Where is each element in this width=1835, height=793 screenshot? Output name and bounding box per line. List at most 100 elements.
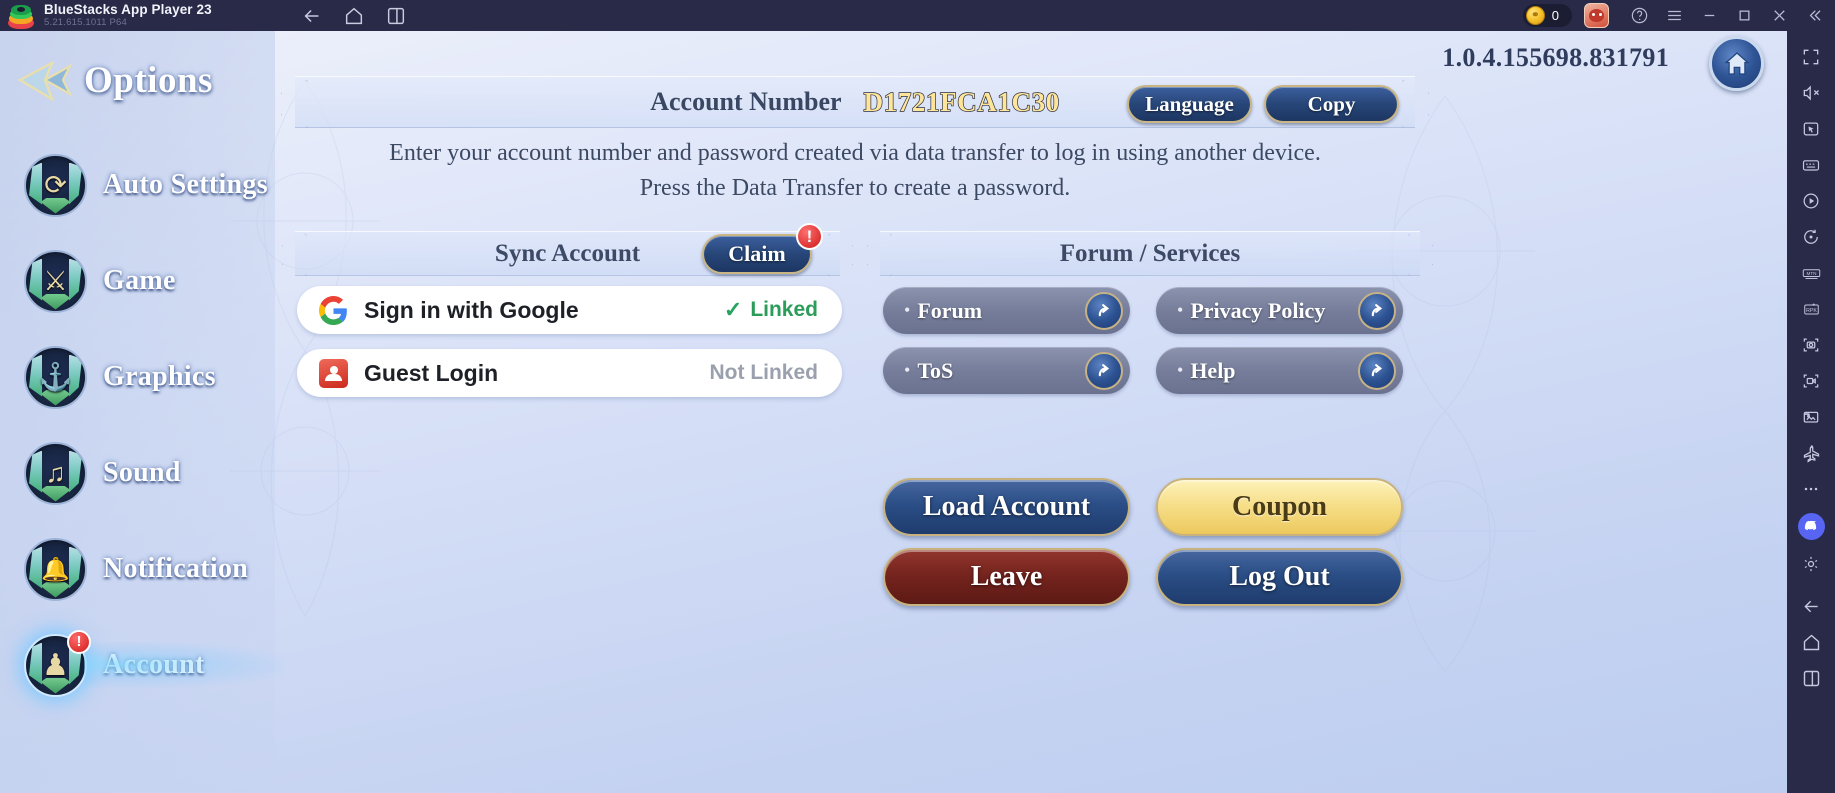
- record-video-icon[interactable]: [1791, 363, 1831, 399]
- multi-instance-icon[interactable]: [1791, 660, 1831, 696]
- forum-services-grid: • Forum • Privacy Policy • ToS • Help: [883, 287, 1423, 407]
- sidebar-item-label: Game: [103, 265, 176, 296]
- notification-bell-icon: 🔔: [24, 537, 87, 601]
- service-chip-help[interactable]: • Help: [1156, 347, 1403, 394]
- claim-alert-badge: !: [796, 223, 823, 250]
- check-icon: ✓: [723, 297, 743, 322]
- nav-glyph: ♟: [42, 648, 69, 682]
- sync-account-header: Sync Account Claim !: [295, 223, 840, 276]
- external-link-icon: [1085, 351, 1123, 390]
- service-label: Forum: [917, 297, 983, 323]
- app-title-block: BlueStacks App Player 23 5.21.615.1011 P…: [44, 2, 212, 29]
- back-arrow-icon[interactable]: [1791, 588, 1831, 624]
- media-gallery-icon[interactable]: [1791, 399, 1831, 435]
- game-viewport: Options ⟳ Auto Settings ⚔ Game ⚓ Graphic…: [0, 31, 1787, 793]
- coin-icon: ⚭: [1525, 6, 1545, 25]
- external-link-icon: [1358, 351, 1396, 390]
- home-icon[interactable]: [342, 4, 366, 28]
- service-label: ToS: [917, 357, 954, 383]
- bluestacks-logo-icon: [8, 3, 34, 29]
- airplane-icon[interactable]: [1791, 435, 1831, 471]
- sidebar-item-graphics[interactable]: ⚓ Graphics: [0, 329, 275, 425]
- options-header: Options: [18, 59, 213, 102]
- list-item-guest-login[interactable]: Guest Login Not Linked: [297, 349, 842, 397]
- link-status: Linked: [750, 298, 818, 321]
- sync-account-title: Sync Account: [494, 239, 641, 267]
- home-icon: [1724, 51, 1749, 75]
- back-arrow-icon[interactable]: [300, 4, 324, 28]
- bullet-icon: •: [904, 300, 911, 320]
- account-actions: Load Account Coupon Leave Log Out: [883, 478, 1423, 618]
- load-account-button[interactable]: Load Account: [883, 478, 1130, 536]
- google-icon: [319, 295, 347, 325]
- account-panel: 1.0.4.155698.831791 Account Number D1721…: [275, 31, 1787, 793]
- svg-text:RPK: RPK: [1806, 307, 1817, 313]
- game-version: 1.0.4.155698.831791: [1442, 43, 1669, 72]
- service-chip-tos[interactable]: • ToS: [883, 347, 1130, 394]
- language-button[interactable]: Language: [1127, 85, 1252, 123]
- service-chip-forum[interactable]: • Forum: [883, 287, 1130, 334]
- sound-note-icon: ♫: [24, 441, 87, 505]
- fullscreen-icon[interactable]: [1791, 39, 1831, 75]
- sync-rotate-icon[interactable]: [1791, 219, 1831, 255]
- rpg-controls-icon[interactable]: RPK: [1791, 291, 1831, 327]
- close-icon[interactable]: [1763, 0, 1796, 31]
- login-method-name: Guest Login: [364, 359, 499, 386]
- settings-gear-icon[interactable]: [1791, 546, 1831, 582]
- mmo-controls-icon[interactable]: MTN: [1791, 255, 1831, 291]
- account-number-label: Account Number: [650, 87, 842, 116]
- more-options-icon[interactable]: [1791, 471, 1831, 507]
- list-item-google-login[interactable]: Sign in with Google ✓ Linked: [297, 286, 842, 334]
- guest-person-icon: [319, 358, 348, 388]
- avatar[interactable]: [1584, 3, 1609, 28]
- app-version: 5.21.615.1011 P64: [44, 17, 127, 29]
- sidebar-item-game[interactable]: ⚔ Game: [0, 233, 275, 329]
- options-sidebar: Options ⟳ Auto Settings ⚔ Game ⚓ Graphic…: [0, 31, 275, 793]
- auto-settings-icon: ⟳: [24, 153, 87, 217]
- pointer-icon[interactable]: [1791, 111, 1831, 147]
- service-chip-privacy-policy[interactable]: • Privacy Policy: [1156, 287, 1403, 334]
- leave-button[interactable]: Leave: [883, 548, 1130, 606]
- multi-instance-icon[interactable]: [384, 4, 408, 28]
- help-icon[interactable]: [1623, 0, 1656, 31]
- nav-glyph: ⚓: [38, 362, 73, 392]
- forum-services-title: Forum / Services: [1059, 239, 1241, 267]
- menu-icon[interactable]: [1658, 0, 1691, 31]
- external-link-icon: [1358, 291, 1396, 330]
- game-swords-icon: ⚔: [24, 249, 87, 313]
- sidebar-item-label: Graphics: [103, 361, 216, 392]
- macro-play-icon[interactable]: [1791, 183, 1831, 219]
- discord-icon[interactable]: [1797, 513, 1825, 540]
- coupon-button[interactable]: Coupon: [1156, 478, 1403, 536]
- sidebar-item-notification[interactable]: 🔔 Notification: [0, 521, 275, 617]
- home-icon[interactable]: [1791, 624, 1831, 660]
- sidebar-item-sound[interactable]: ♫ Sound: [0, 425, 275, 521]
- coin-count: 0: [1551, 8, 1559, 23]
- mute-icon[interactable]: [1791, 75, 1831, 111]
- instruction-text: Enter your account number and password c…: [295, 136, 1415, 205]
- home-button[interactable]: [1709, 36, 1764, 91]
- sidebar-item-account[interactable]: ♟ ! Account: [0, 617, 275, 713]
- minimize-icon[interactable]: [1693, 0, 1726, 31]
- screenshot-icon[interactable]: [1791, 327, 1831, 363]
- sidebar-item-label: Sound: [103, 457, 181, 488]
- collapse-icon[interactable]: [1798, 0, 1831, 31]
- window-controls: [1623, 0, 1831, 31]
- bullet-icon: •: [1177, 300, 1184, 320]
- keyboard-icon[interactable]: [1791, 147, 1831, 183]
- maximize-icon[interactable]: [1728, 0, 1761, 31]
- sidebar-item-label: Auto Settings: [103, 169, 268, 200]
- sidebar-nav-list: ⟳ Auto Settings ⚔ Game ⚓ Graphics ♫ Soun…: [0, 137, 275, 713]
- login-methods-list: Sign in with Google ✓ Linked Guest Login…: [297, 286, 842, 412]
- instruction-line-2: Press the Data Transfer to create a pass…: [639, 174, 1071, 201]
- copy-button[interactable]: Copy: [1264, 85, 1399, 123]
- log-out-button[interactable]: Log Out: [1156, 548, 1403, 606]
- sidebar-item-label: Notification: [103, 553, 249, 584]
- titlebar: BlueStacks App Player 23 5.21.615.1011 P…: [0, 0, 1835, 31]
- page-title: Options: [84, 60, 213, 101]
- coin-balance-pill[interactable]: ⚭ 0: [1522, 4, 1572, 27]
- graphics-icon: ⚓: [24, 345, 87, 409]
- bullet-icon: •: [1177, 360, 1184, 380]
- svg-text:MTN: MTN: [1806, 271, 1816, 276]
- sidebar-item-auto-settings[interactable]: ⟳ Auto Settings: [0, 137, 275, 233]
